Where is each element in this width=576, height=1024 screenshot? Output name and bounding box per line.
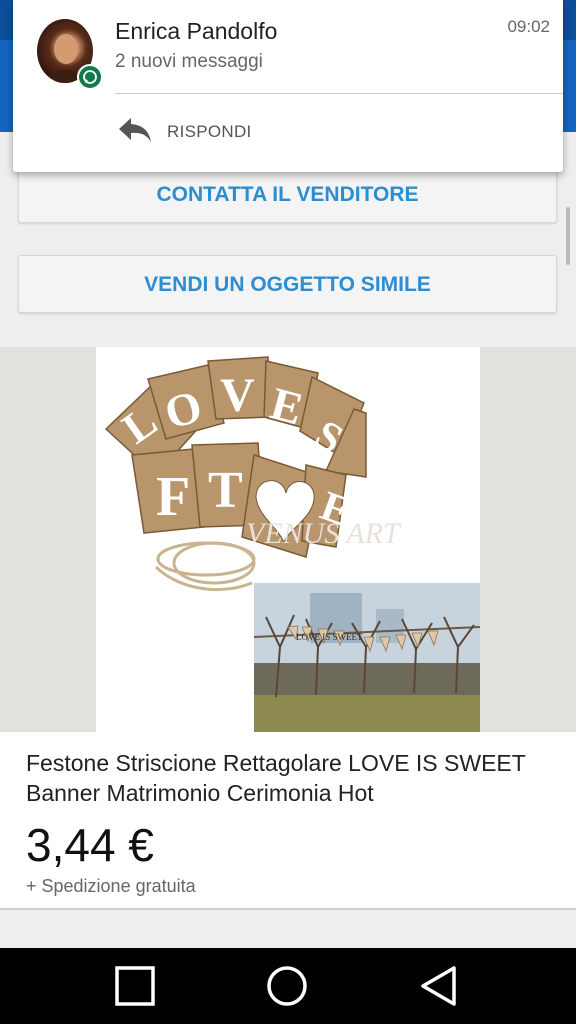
navigation-bar: [0, 948, 576, 1024]
notification-sender: Enrica Pandolfo: [115, 18, 278, 44]
contact-seller-button[interactable]: CONTATTA IL VENDITORE: [18, 165, 557, 223]
reply-label: RISPONDI: [167, 122, 252, 141]
whatsapp-icon: [77, 64, 103, 90]
banner-text: LOVE IS SWEET: [296, 632, 363, 642]
reply-button[interactable]: RISPONDI: [117, 112, 277, 152]
recent-apps-icon[interactable]: [114, 965, 156, 1007]
svg-text:F: F: [156, 466, 190, 528]
divider: [115, 93, 563, 94]
product-image[interactable]: L O V E S F T E VENUS ART LOVE IS SWEET: [96, 347, 480, 732]
product-title: Festone Striscione Rettagolare LOVE IS S…: [26, 750, 526, 806]
notification-message: 2 nuovi messaggi: [115, 51, 263, 72]
banner-illustration: L O V E S F T E VENUS ART LOVE IS SWEET: [104, 356, 480, 732]
sell-similar-button[interactable]: VENDI UN OGGETTO SIMILE: [18, 255, 557, 313]
product-image-area: L O V E S F T E VENUS ART LOVE IS SWEET: [0, 347, 576, 732]
watermark: VENUS ART: [246, 517, 402, 550]
reply-icon: [119, 118, 151, 142]
notification-card[interactable]: Enrica Pandolfo 2 nuovi messaggi 09:02 R…: [13, 0, 563, 172]
park-photo: LOVE IS SWEET: [253, 583, 480, 732]
product-price: 3,44 €: [26, 819, 154, 871]
scrollbar[interactable]: [566, 207, 570, 265]
product-info: Festone Striscione Rettagolare LOVE IS S…: [0, 732, 576, 910]
notification-time: 09:02: [507, 17, 550, 36]
shipping-info: + Spedizione gratuita: [26, 876, 196, 896]
svg-text:T: T: [208, 462, 243, 519]
home-icon[interactable]: [266, 965, 308, 1007]
svg-text:V: V: [220, 369, 255, 422]
back-icon[interactable]: [418, 965, 460, 1007]
